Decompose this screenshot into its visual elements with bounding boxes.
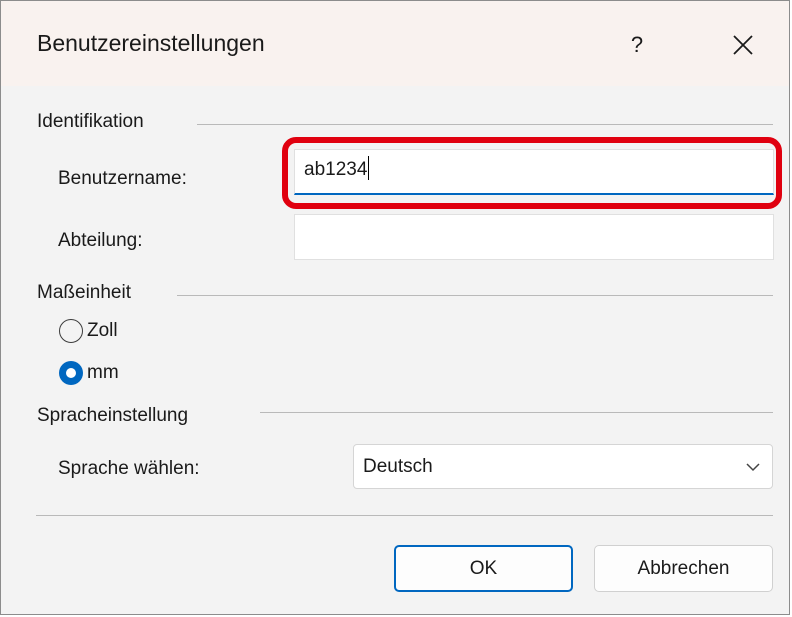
- username-input[interactable]: ab1234: [294, 149, 774, 195]
- help-button[interactable]: ?: [601, 19, 673, 71]
- language-select[interactable]: Deutsch: [353, 444, 773, 489]
- radio-zoll[interactable]: Zoll: [59, 319, 118, 343]
- radio-label-mm: mm: [87, 362, 119, 383]
- group-label-identifikation: Identifikation: [37, 111, 144, 132]
- group-label-masseinheit: Maßeinheit: [37, 282, 131, 303]
- username-label: Benutzername:: [58, 168, 187, 189]
- footer-separator: [36, 515, 773, 516]
- title-bar: Benutzereinstellungen ?: [1, 1, 789, 86]
- radio-button-unchecked[interactable]: [59, 319, 83, 343]
- username-value: ab1234: [304, 159, 368, 180]
- radio-label-zoll: Zoll: [87, 320, 118, 341]
- text-caret: [368, 156, 370, 181]
- group-label-spracheinstellung: Spracheinstellung: [37, 405, 189, 426]
- cancel-button[interactable]: Abbrechen: [594, 545, 773, 592]
- close-icon: [733, 35, 753, 55]
- language-selected-value: Deutsch: [363, 456, 433, 477]
- dialog-title: Benutzereinstellungen: [37, 30, 265, 56]
- radio-button-checked[interactable]: [59, 361, 83, 385]
- radio-mm[interactable]: mm: [59, 361, 119, 385]
- department-input[interactable]: [294, 214, 774, 260]
- settings-dialog: Benutzereinstellungen ? Identifikation B…: [0, 0, 790, 615]
- close-button[interactable]: [707, 19, 779, 71]
- group-divider: [260, 412, 773, 413]
- ok-button[interactable]: OK: [394, 545, 573, 592]
- department-label: Abteilung:: [58, 230, 143, 251]
- chevron-down-icon: [746, 463, 760, 472]
- group-divider: [177, 295, 773, 296]
- language-label: Sprache wählen:: [58, 458, 200, 479]
- group-divider: [197, 124, 773, 125]
